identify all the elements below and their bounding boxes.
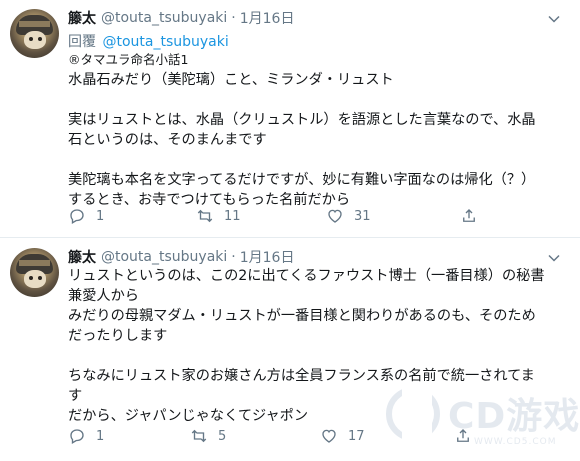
watermark-url: WWW.CD5.COM [474,437,557,447]
retweet-count: 5 [218,428,227,444]
watermark-title: CD游戏 [448,396,580,437]
share-icon [463,209,475,222]
like-count: 31 [354,208,371,224]
tweet-line: みだりの母親マダム・リュストが一番目様と関わりがあるのも、そのため [68,308,536,324]
avatar[interactable] [10,9,59,58]
like-icon [322,429,336,443]
like-icon [328,209,342,223]
avatar[interactable] [10,248,59,297]
chevron-down-icon[interactable] [546,250,562,266]
tweet-line: 実はリュストとは、水晶（クリュストル）を語源とした言葉なので、水晶 [68,112,536,128]
retweet-button[interactable]: 11 [196,207,241,225]
watermark-logo-icon [386,387,440,441]
tweet-line: 兼愛人から [68,288,139,304]
watermark: CD游戏 WWW.CD5.COM [382,385,580,457]
like-button[interactable]: 31 [326,207,371,225]
retweet-button[interactable]: 5 [190,427,226,445]
reply-count: 1 [96,208,105,224]
reply-button[interactable]: 1 [68,427,104,445]
tweet-line: だったりします [68,328,168,344]
tweet-date[interactable]: 1月16日 [240,8,295,28]
tweet[interactable]: 籐太 @touta_tsubuyaki · 1月16日 回覆 @touta_ts… [0,0,580,238]
tweet-line: ®タマユラ命名小話1 [68,52,189,67]
separator: · [231,249,236,265]
tweet-line: 石というのは、そのまんまです [68,132,267,148]
author-handle[interactable]: @touta_tsubuyaki [101,249,227,265]
tweet-line: ちなみにリュスト家のお嬢さん方は全員フランス系の名前で統一されてま [68,368,535,384]
reply-prefix: 回覆 [68,34,96,50]
tweet-header: 籐太 @touta_tsubuyaki · 1月16日 [68,247,294,267]
reply-count: 1 [96,428,105,444]
reply-icon [70,209,84,224]
tweet-header: 籐太 @touta_tsubuyaki · 1月16日 [68,8,294,28]
retweet-icon [197,209,213,223]
tweet-actions: 1 11 31 [68,207,498,229]
replying-to: 回覆 @touta_tsubuyaki [68,31,229,51]
tweet-text: ®タマユラ命名小話1 水晶石みだり（美陀璃）こと、ミランダ・リュスト 実はリュス… [68,50,536,210]
chevron-down-icon[interactable] [546,11,562,27]
tweet-line: リュストというのは、この2に出てくるファウスト博士（一番目様）の秘書 [68,268,545,284]
like-count: 17 [348,428,365,444]
share-button[interactable] [460,207,478,225]
retweet-icon [191,429,207,443]
tweet-date[interactable]: 1月16日 [240,247,295,267]
tweet-line: 美陀璃も本名を文字ってるだけですが、妙に有難い字面なのは帰化（？） [68,172,536,188]
author-name[interactable]: 籐太 [68,8,96,28]
separator: · [231,10,236,26]
author-handle[interactable]: @touta_tsubuyaki [101,10,227,26]
tweet-line: 水晶石みだり（美陀璃）こと、ミランダ・リュスト [68,72,394,88]
like-button[interactable]: 17 [320,427,365,445]
reply-mention[interactable]: @touta_tsubuyaki [102,34,228,50]
reply-icon [70,429,84,444]
reply-button[interactable]: 1 [68,207,104,225]
author-name[interactable]: 籐太 [68,247,96,267]
retweet-count: 11 [224,208,241,224]
